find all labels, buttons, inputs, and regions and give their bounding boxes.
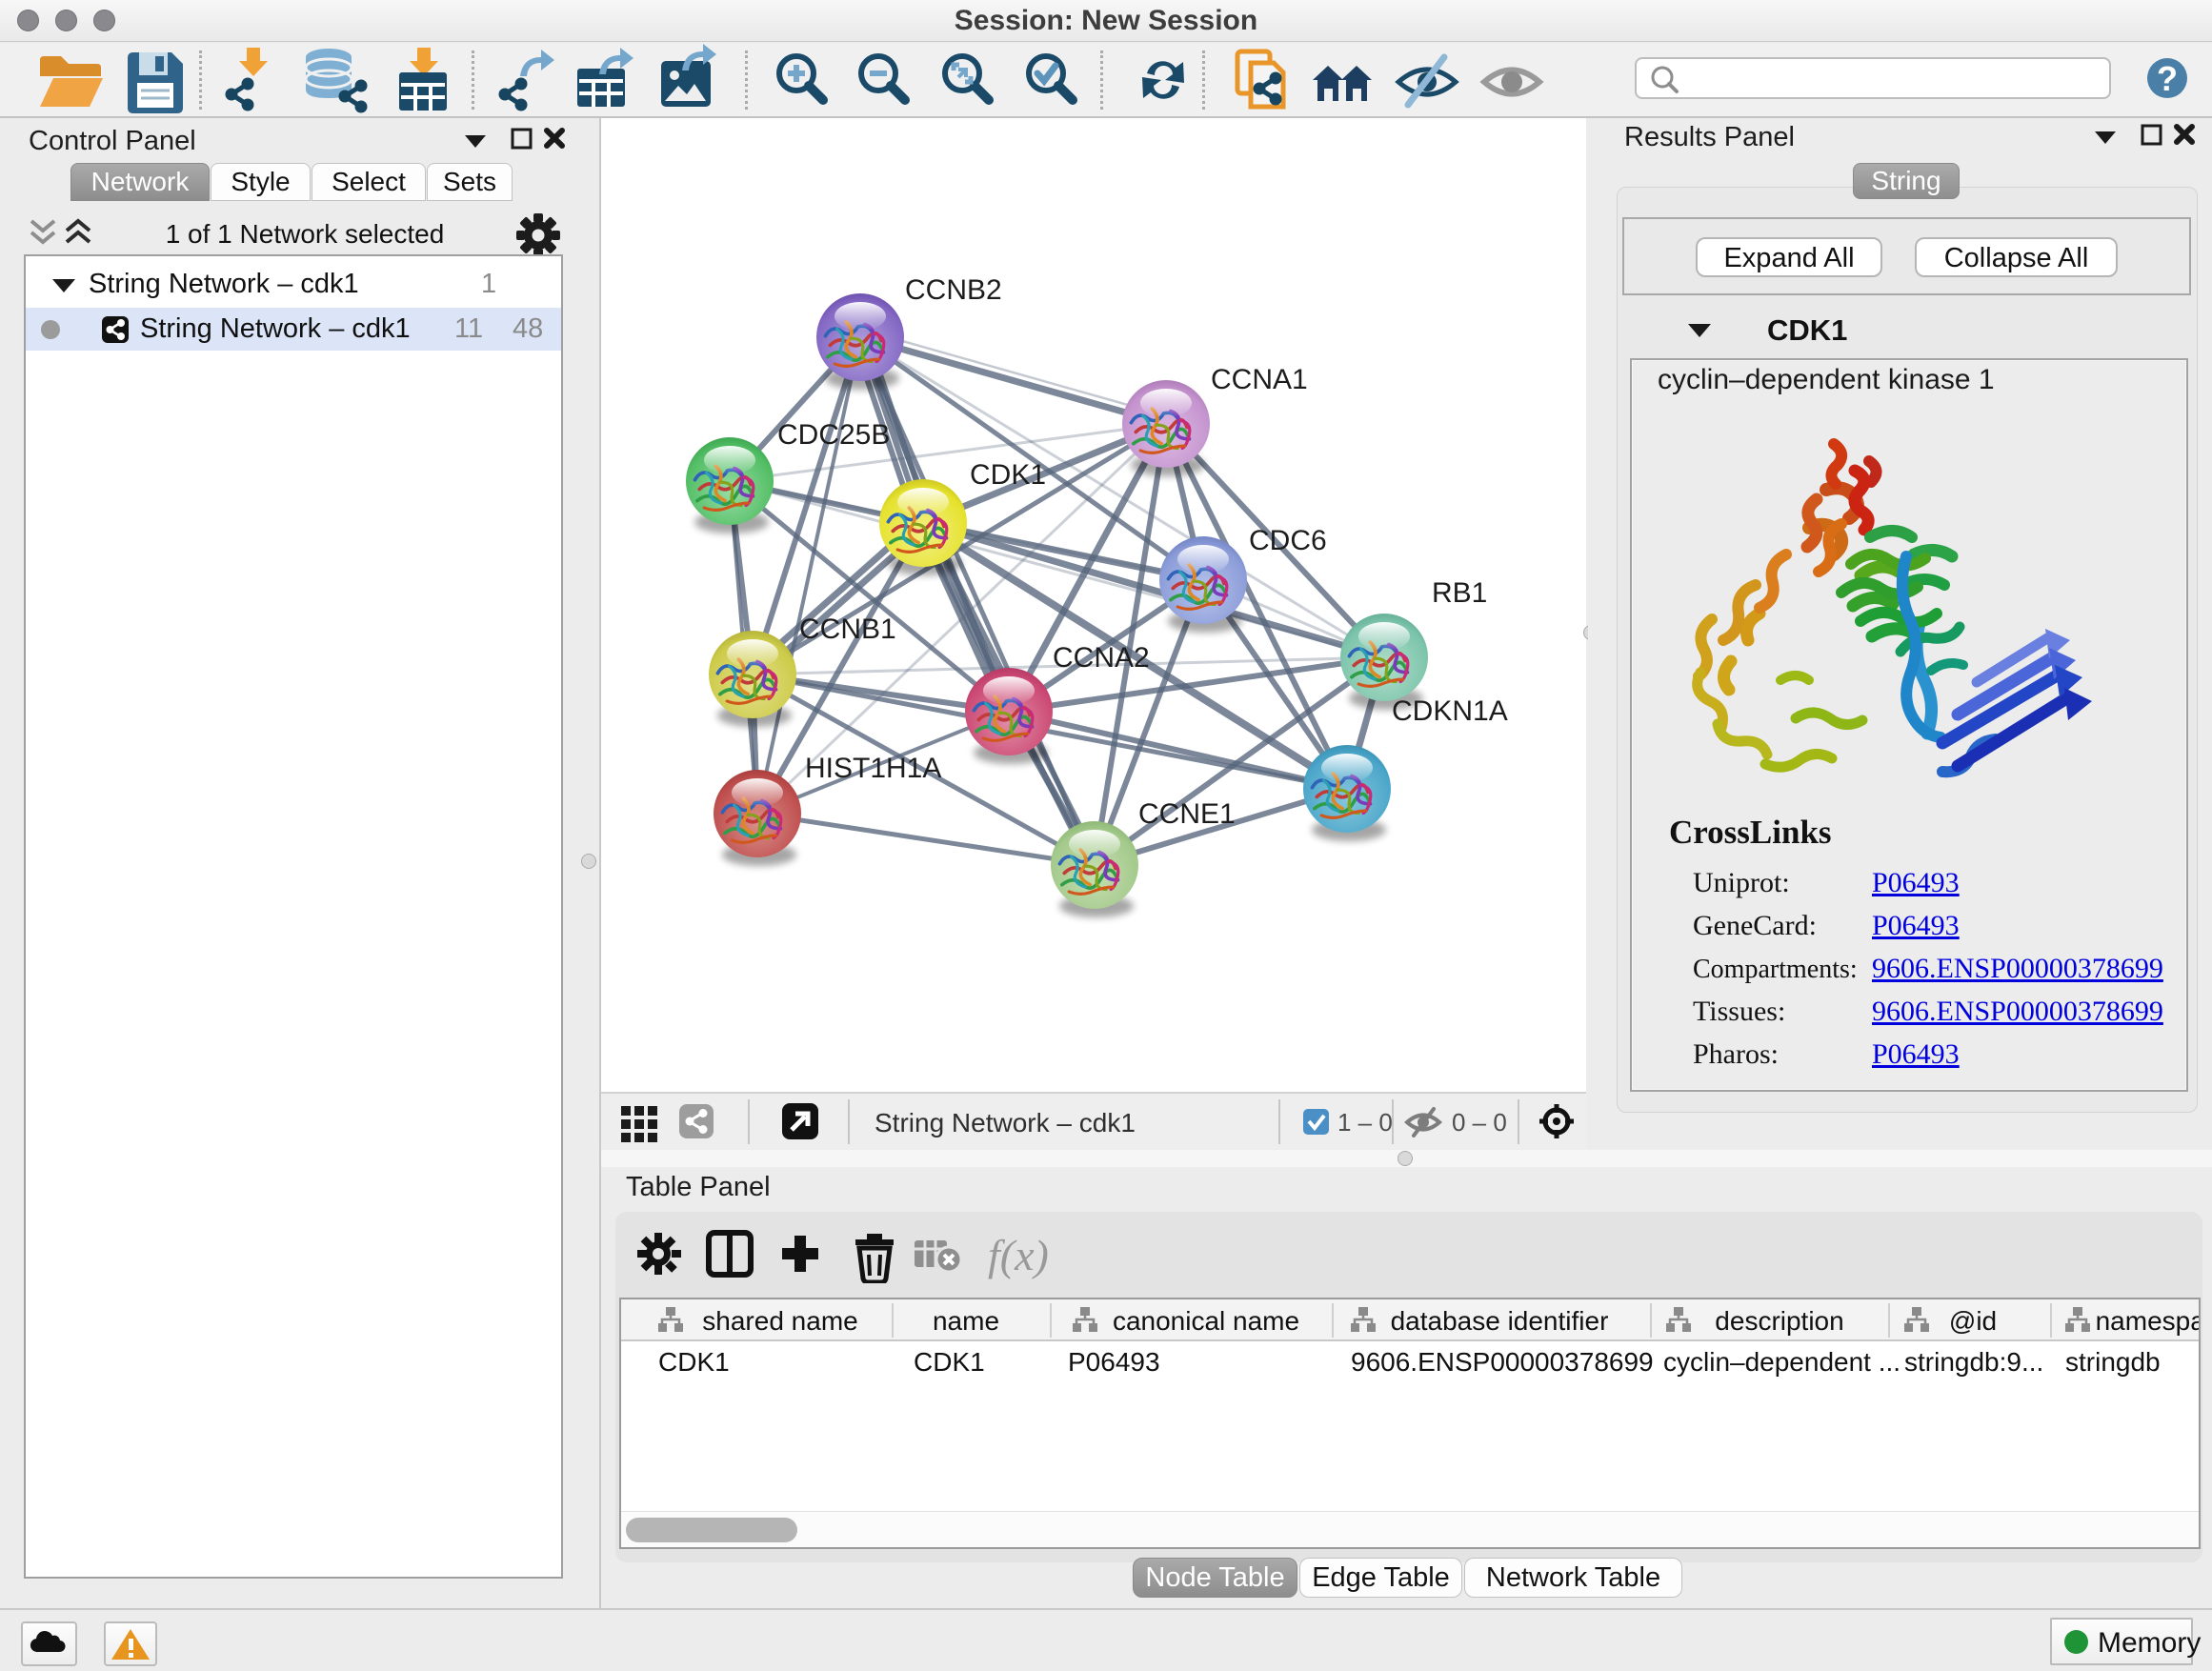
svg-text:HIST1H1A: HIST1H1A [805,753,941,784]
svg-text:@id: @id [1949,1306,1997,1336]
svg-text:CCNE1: CCNE1 [1138,798,1236,830]
svg-text:name: name [933,1306,999,1336]
svg-text:shared name: shared name [702,1306,857,1336]
svg-text:String Network – cdk1: String Network – cdk1 [875,1108,1136,1137]
svg-text:CDK1: CDK1 [970,459,1046,491]
svg-text:0 – 0: 0 – 0 [1452,1108,1507,1137]
svg-text:namespace: namespace [2096,1306,2199,1336]
svg-text:CCNA2: CCNA2 [1053,642,1150,674]
svg-text:CDKN1A: CDKN1A [1392,695,1508,727]
svg-text:RB1: RB1 [1432,577,1487,609]
svg-text:f(x): f(x) [988,1231,1049,1279]
svg-text:CCNB1: CCNB1 [799,614,896,645]
svg-text:CDC25B: CDC25B [777,419,890,451]
svg-text:CCNB2: CCNB2 [905,274,1002,306]
svg-text:database identifier: database identifier [1391,1306,1609,1336]
svg-text:1 – 0: 1 – 0 [1337,1108,1393,1137]
svg-text:CDC6: CDC6 [1249,525,1327,556]
svg-text:CCNA1: CCNA1 [1211,364,1308,395]
svg-text:?: ? [2157,59,2178,98]
svg-text:description: description [1715,1306,1843,1336]
svg-text:canonical name: canonical name [1113,1306,1299,1336]
